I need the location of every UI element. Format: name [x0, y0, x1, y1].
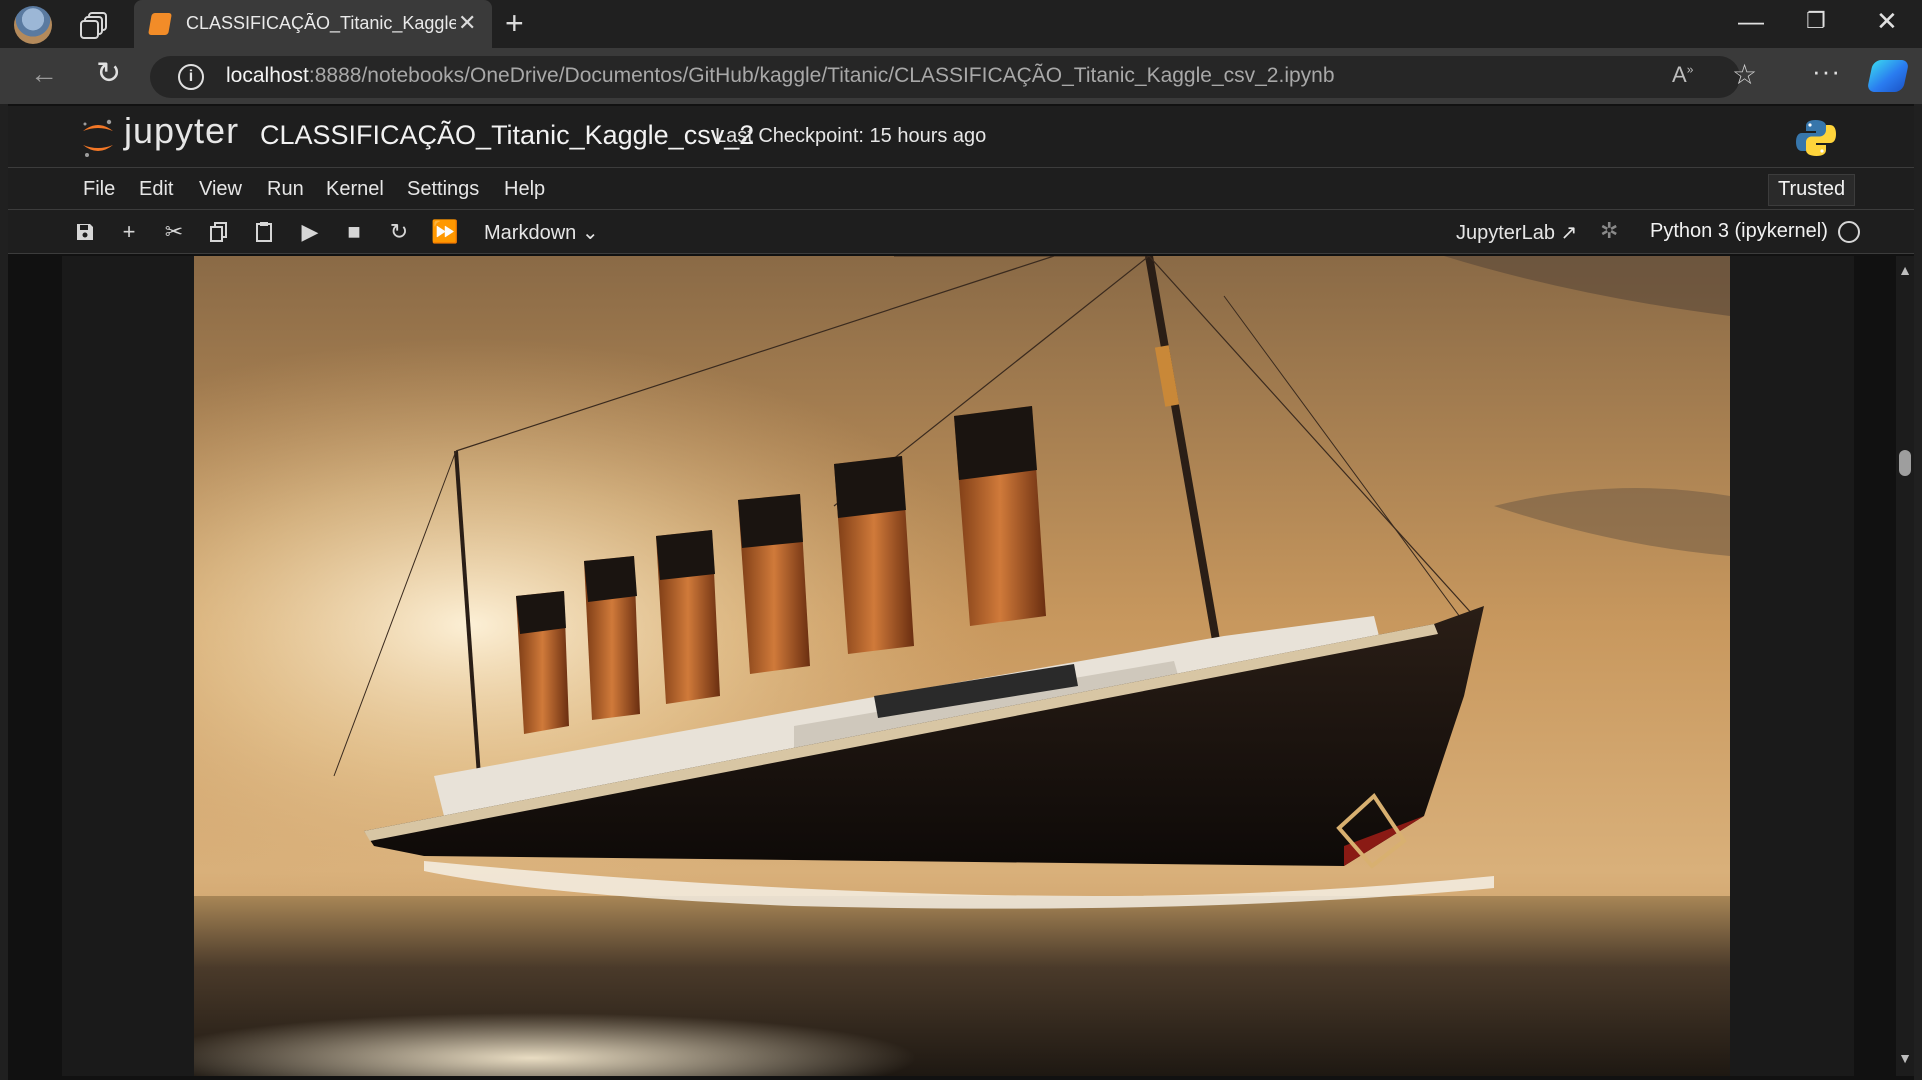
menu-settings[interactable]: Settings: [407, 178, 479, 201]
url-host: localhost: [226, 64, 309, 87]
copy-icon[interactable]: [205, 218, 233, 246]
menu-run[interactable]: Run: [267, 178, 304, 201]
close-window-button[interactable]: ✕: [1876, 6, 1898, 37]
menu-kernel[interactable]: Kernel: [326, 178, 384, 201]
titanic-illustration: [194, 256, 1730, 1076]
run-icon[interactable]: ▶: [296, 218, 324, 246]
chevron-down-icon: ⌄: [581, 222, 599, 244]
cell-type-dropdown[interactable]: Markdown ⌄: [484, 220, 599, 245]
jupyter-logo-icon[interactable]: [80, 117, 116, 159]
jupyter-logo-text[interactable]: jupyter: [124, 110, 239, 152]
url-text[interactable]: localhost:8888/notebooks/OneDrive/Docume…: [226, 64, 1335, 88]
run-all-icon[interactable]: ⏩: [431, 218, 459, 246]
new-tab-button[interactable]: +: [505, 5, 524, 42]
site-info-icon[interactable]: i: [178, 64, 204, 90]
menu-edit[interactable]: Edit: [139, 178, 173, 201]
reload-icon[interactable]: ↻: [96, 56, 121, 91]
tab-title[interactable]: CLASSIFICAÇÃO_Titanic_Kaggle_: [186, 13, 456, 34]
output-image: [194, 256, 1730, 1076]
cut-icon[interactable]: ✂: [160, 218, 188, 246]
paste-icon[interactable]: [250, 218, 278, 246]
jupyterlab-label: JupyterLab: [1456, 222, 1555, 244]
jupyterlab-link[interactable]: JupyterLab ↗: [1456, 220, 1577, 245]
workspaces-icon[interactable]: [80, 10, 110, 40]
trusted-indicator[interactable]: Trusted: [1768, 174, 1856, 206]
vertical-scrollbar[interactable]: [1896, 256, 1914, 1076]
menu-file[interactable]: File: [83, 178, 115, 201]
back-arrow-icon[interactable]: ←: [30, 58, 58, 90]
scrollbar-thumb[interactable]: [1899, 450, 1911, 476]
minimize-button[interactable]: —: [1738, 6, 1764, 37]
tab-close-button[interactable]: ✕: [458, 10, 476, 36]
cell-type-value: Markdown: [484, 222, 577, 244]
save-icon[interactable]: [71, 218, 99, 246]
stop-icon[interactable]: ■: [340, 218, 368, 246]
kernel-name[interactable]: Python 3 (ipykernel): [1650, 220, 1828, 243]
scroll-down-arrow-icon[interactable]: ▼: [1896, 1050, 1914, 1066]
debugger-icon[interactable]: ✲: [1600, 218, 1618, 244]
notebook-icon: [148, 13, 172, 35]
python-logo-icon: [1796, 120, 1836, 156]
add-cell-icon[interactable]: +: [115, 218, 143, 246]
read-aloud-icon[interactable]: A»: [1672, 62, 1693, 88]
favorite-star-icon[interactable]: ☆: [1732, 58, 1757, 91]
more-icon[interactable]: ···: [1812, 56, 1841, 87]
restore-button[interactable]: ❐: [1806, 8, 1826, 34]
restart-icon[interactable]: ↻: [385, 218, 413, 246]
last-checkpoint: Last Checkpoint: 15 hours ago: [715, 125, 987, 147]
kernel-status-icon: [1838, 221, 1860, 243]
scroll-up-arrow-icon[interactable]: ▲: [1896, 262, 1914, 278]
profile-avatar[interactable]: [14, 6, 52, 44]
menu-help[interactable]: Help: [504, 178, 545, 201]
external-link-icon: ↗: [1560, 222, 1578, 244]
menu-view[interactable]: View: [199, 178, 242, 201]
url-path: :8888/notebooks/OneDrive/Documentos/GitH…: [308, 64, 1335, 87]
notebook-title[interactable]: CLASSIFICAÇÃO_Titanic_Kaggle_csv_2: [260, 120, 754, 151]
notebook-toolbar: [8, 210, 1914, 254]
